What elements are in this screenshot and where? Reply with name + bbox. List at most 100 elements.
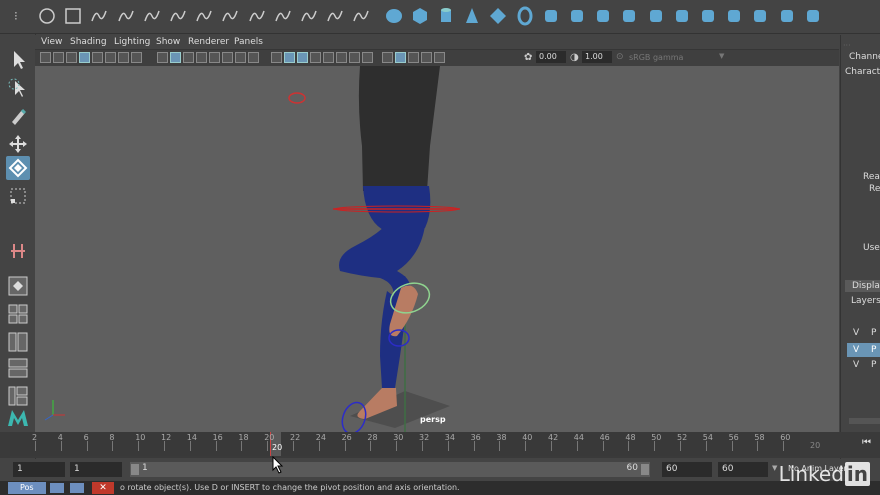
viewport-toolbar-button-icon[interactable]	[382, 52, 393, 63]
viewport-toolbar-button-icon[interactable]	[408, 52, 419, 63]
menu-lighting[interactable]: Lighting	[114, 37, 150, 47]
two-pane-layout-icon[interactable]	[6, 330, 30, 354]
single-pane-layout-icon[interactable]	[6, 274, 30, 298]
cv-curve-icon[interactable]	[142, 6, 162, 26]
torus-icon[interactable]	[515, 6, 535, 26]
curve-tool-icon[interactable]	[194, 6, 214, 26]
viewport-toolbar-button-icon[interactable]	[66, 52, 77, 63]
range-slider[interactable]: 1 60	[130, 462, 650, 477]
graph-layout-icon[interactable]	[6, 384, 30, 408]
chevron-down-icon[interactable]: ▼	[719, 52, 724, 60]
menu-shading[interactable]: Shading	[70, 37, 107, 47]
viewport-toolbar-button-icon[interactable]	[235, 52, 246, 63]
pencil-curve-icon[interactable]	[116, 6, 136, 26]
layer-row[interactable]: V P	[847, 343, 880, 357]
menu-panels[interactable]: Panels	[234, 37, 263, 47]
color-space-select[interactable]: sRGB gamma	[629, 53, 683, 62]
end-time-field[interactable]: 60	[718, 462, 768, 477]
capsule-icon[interactable]	[619, 6, 639, 26]
outliner-layout-icon[interactable]	[6, 356, 30, 380]
curve-s-icon[interactable]	[325, 6, 345, 26]
snap-icon[interactable]	[6, 239, 30, 263]
lasso-tool-icon[interactable]	[6, 76, 30, 100]
viewport-toolbar-button-icon[interactable]	[209, 52, 220, 63]
layer-scrollbar[interactable]	[849, 418, 880, 424]
arc-icon[interactable]	[273, 6, 293, 26]
layer-playback[interactable]: P	[871, 345, 876, 355]
sphere-icon[interactable]	[384, 6, 404, 26]
polygon-square-icon[interactable]	[63, 6, 83, 26]
diamond-icon[interactable]	[488, 6, 508, 26]
curve-dots-icon[interactable]	[299, 6, 319, 26]
viewport-toolbar-button-icon[interactable]	[349, 52, 360, 63]
minimize-icon[interactable]	[50, 483, 64, 493]
playback-end-field[interactable]: 60	[662, 462, 712, 477]
playback-start-field[interactable]: 1	[70, 462, 122, 477]
viewport-toolbar-button-icon[interactable]	[284, 52, 295, 63]
menu-renderer[interactable]: Renderer	[188, 37, 229, 47]
viewport-toolbar-button-icon[interactable]	[53, 52, 64, 63]
menu-view[interactable]: View	[41, 37, 62, 47]
four-pane-layout-icon[interactable]	[6, 302, 30, 326]
layer-visibility[interactable]: V	[853, 360, 859, 370]
menu-show[interactable]: Show	[156, 37, 180, 47]
viewport-toolbar-button-icon[interactable]	[105, 52, 116, 63]
pipe-icon[interactable]	[541, 6, 561, 26]
taskbar-window-button[interactable]: Pos	[8, 482, 46, 494]
viewport-toolbar-button-icon[interactable]	[323, 52, 334, 63]
display-tab[interactable]: Display	[845, 280, 880, 292]
cut-icon[interactable]	[750, 6, 770, 26]
soccer-icon[interactable]	[593, 6, 613, 26]
curve-wave-icon[interactable]	[220, 6, 240, 26]
cone-icon[interactable]	[462, 6, 482, 26]
viewport-toolbar-button-icon[interactable]	[248, 52, 259, 63]
channel-box-title[interactable]: Channe	[849, 52, 880, 62]
go-to-start-icon[interactable]: ⏮	[862, 437, 871, 448]
viewport-toolbar-button-icon[interactable]	[310, 52, 321, 63]
viewport-toolbar-button-icon[interactable]	[118, 52, 129, 63]
shelf-handle-icon[interactable]: ⁝	[14, 9, 26, 23]
bezier-curve-icon[interactable]	[168, 6, 188, 26]
viewport-toolbar-button-icon[interactable]	[79, 52, 90, 63]
range-handle-end[interactable]	[641, 464, 649, 475]
viewport-toolbar-button-icon[interactable]	[170, 52, 181, 63]
start-time-field[interactable]: 1	[13, 462, 65, 477]
cube-alt-icon[interactable]	[672, 6, 692, 26]
restore-icon[interactable]	[70, 483, 84, 493]
viewport-toolbar-button-icon[interactable]	[271, 52, 282, 63]
cube-icon[interactable]	[410, 6, 430, 26]
layer-playback[interactable]: P	[871, 360, 876, 370]
exposure-icon[interactable]: ✿	[524, 52, 532, 63]
viewport-toolbar-button-icon[interactable]	[196, 52, 207, 63]
gamma-field[interactable]: 1.00	[582, 51, 612, 63]
viewport-toolbar-button-icon[interactable]	[157, 52, 168, 63]
range-handle-start[interactable]	[131, 464, 139, 475]
chevron-down-icon[interactable]: ▼	[772, 464, 777, 472]
polygon-circle-icon[interactable]	[37, 6, 57, 26]
rotate-tool-icon[interactable]	[6, 156, 30, 180]
viewport-toolbar-button-icon[interactable]	[421, 52, 432, 63]
gamma-icon[interactable]: ◑	[570, 52, 579, 63]
color-management-icon[interactable]: ⊙	[616, 52, 624, 62]
viewport-toolbar-button-icon[interactable]	[362, 52, 373, 63]
helix-icon[interactable]	[567, 6, 587, 26]
viewport-toolbar-button-icon[interactable]	[336, 52, 347, 63]
time-ruler[interactable]: 20 2 4 6 8 10 12 14 16 18 20 22 24 26 28 30 32 34 36 38 40 4…	[10, 432, 800, 456]
layer-visibility[interactable]: V	[853, 328, 859, 338]
viewport-toolbar-button-icon[interactable]	[434, 52, 445, 63]
curve-spiral-icon[interactable]	[247, 6, 267, 26]
close-icon[interactable]: ✕	[92, 482, 114, 494]
combine-icon[interactable]	[777, 6, 797, 26]
viewport-toolbar-button-icon[interactable]	[297, 52, 308, 63]
viewport-toolbar-button-icon[interactable]	[222, 52, 233, 63]
curve-edit-icon[interactable]	[351, 6, 371, 26]
layer-visibility[interactable]: V	[853, 345, 859, 355]
exposure-field[interactable]: 0.00	[536, 51, 566, 63]
sphere-alt-icon[interactable]	[698, 6, 718, 26]
paint-select-icon[interactable]	[6, 104, 30, 128]
layers-menu[interactable]: Layers	[851, 296, 880, 306]
viewport-toolbar-button-icon[interactable]	[395, 52, 406, 63]
gear-icon[interactable]	[646, 6, 666, 26]
layer-playback[interactable]: P	[871, 328, 876, 338]
viewport-toolbar-button-icon[interactable]	[131, 52, 142, 63]
